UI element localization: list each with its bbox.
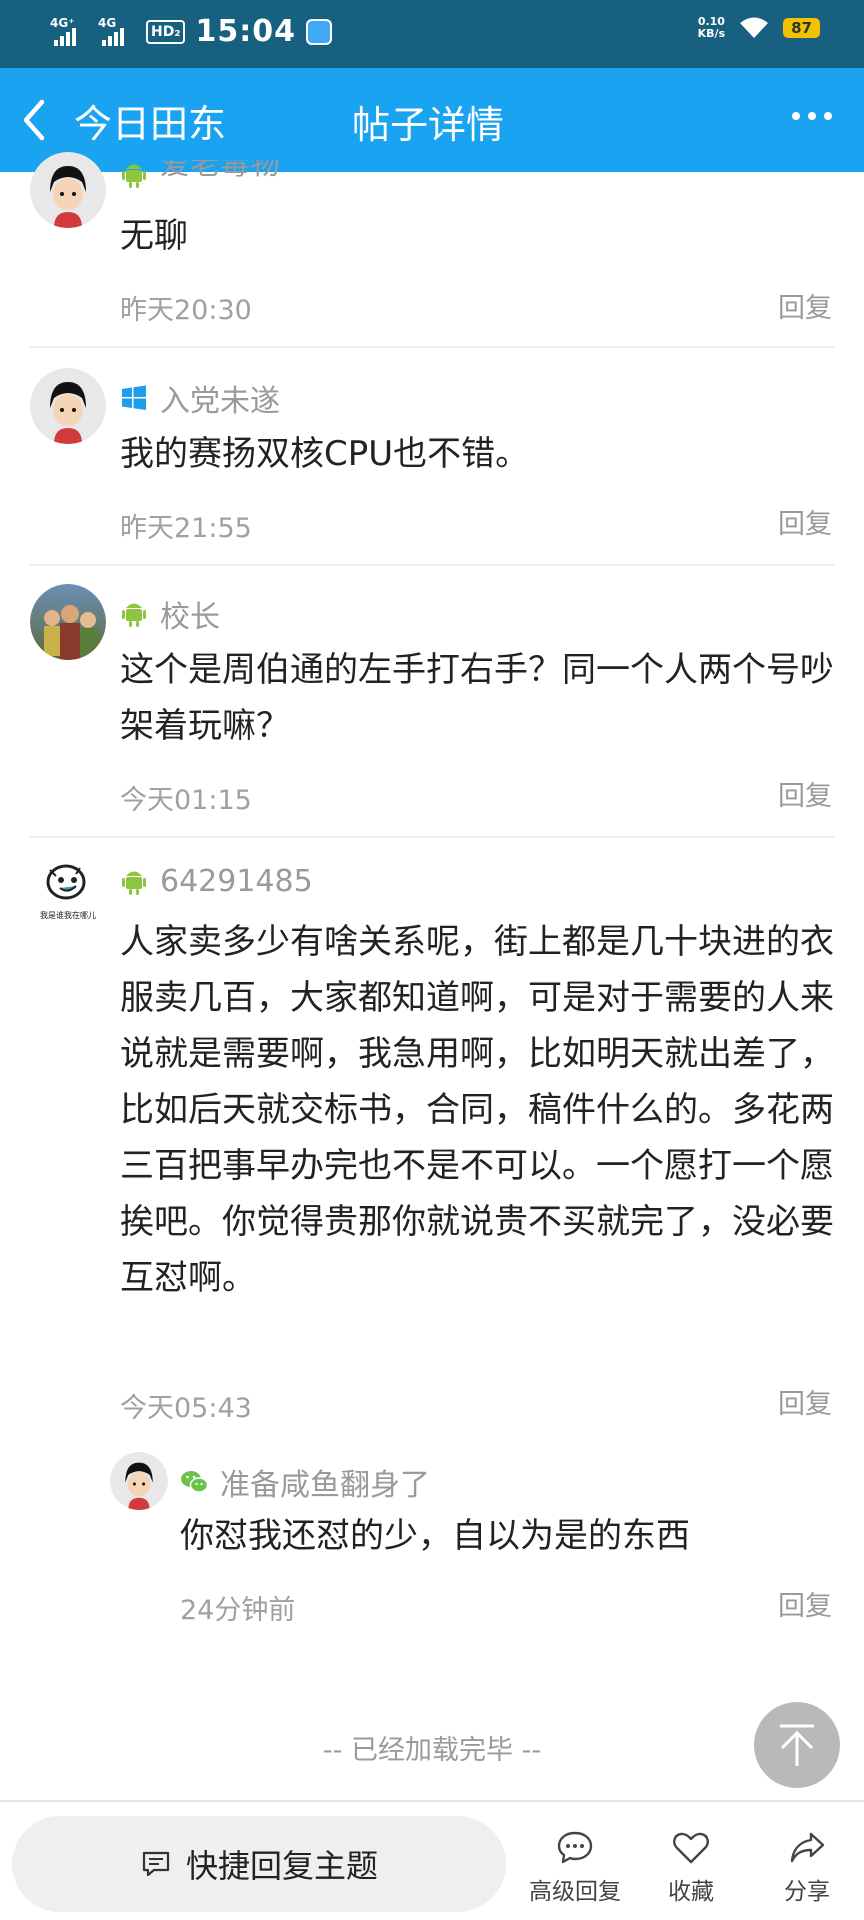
edit-message-icon [142,1851,170,1877]
android-icon [120,161,148,189]
comment-time: 昨天21:55 [120,513,252,544]
windows-icon [120,384,148,412]
quick-reply-label: 快捷回复主题 [185,1847,378,1885]
sub-reply-username[interactable]: 准备咸鱼翻身了 [220,1460,430,1504]
sub-reply-time: 24分钟前 [180,1595,296,1626]
comment-username-row: 64291485 [120,864,313,899]
advanced-reply-label: 高级回复 [529,1879,621,1905]
quick-reply-button[interactable]: 快捷回复主题 [12,1816,506,1912]
page-title: 帖子详情 [352,103,505,147]
comment-username[interactable]: 校长 [160,592,220,636]
share-icon [790,1832,825,1863]
share-button[interactable]: 分享 [752,1828,862,1906]
signal-icon: 4G⁺ [50,16,88,48]
bottom-action-bar: 快捷回复主题 高级回复 收藏 分享 [0,1800,864,1920]
wifi-icon [739,16,769,40]
hd-indicator: HD₂ [146,19,186,44]
avatar[interactable] [110,1452,168,1510]
favorite-label: 收藏 [668,1879,714,1905]
comment-username-row: 入党未遂 [120,376,280,420]
reply-button[interactable]: 回复 [778,774,832,813]
speed-unit: KB/s [697,27,726,40]
avatar[interactable] [30,368,106,444]
comment-username-row: 爱老毒物 [120,160,280,190]
load-complete-text: -- 已经加载完毕 -- [322,1735,542,1766]
favorite-button[interactable]: 收藏 [636,1828,746,1906]
network-speed: 0.10 KB/s [698,16,725,40]
heart-icon [673,1832,709,1864]
avatar[interactable] [30,152,106,228]
reply-button[interactable]: 回复 [778,1584,832,1623]
sub-reply-text: 你怼我还怼的少，自以为是的东西 [180,1516,690,1556]
android-icon [120,868,148,896]
reply-button[interactable]: 回复 [778,286,832,325]
comment-username[interactable]: 入党未遂 [160,376,280,420]
chevron-left-icon [23,99,45,141]
wechat-icon [180,1468,208,1496]
signal-icon-2: 4G [98,16,136,48]
comment-text: 这个是周伯通的左手打右手？同一个人两个号吵架着玩嘛？ [120,650,834,746]
comment-text: 无聊 [120,216,188,256]
advanced-reply-button[interactable]: 高级回复 [520,1828,630,1906]
battery-indicator: 87 [783,18,820,38]
status-time: 15:04 [195,14,296,49]
chat-bubble-icon [557,1831,593,1864]
reply-button[interactable]: 回复 [778,502,832,541]
comment-username[interactable]: 64291485 [160,864,313,899]
back-button[interactable]: 今日田东 [18,90,226,150]
comment-text: 我的赛扬双核CPU也不错。 [120,434,530,474]
more-options-icon[interactable] [792,112,832,120]
comment-time: 今天01:15 [120,785,252,816]
divider [30,564,834,566]
comment-text: 人家卖多少有啥关系呢，街上都是几十块进的衣服卖几百，大家都知道啊，可是对于需要的… [120,922,834,1298]
back-to-top-button[interactable] [754,1702,840,1788]
share-label: 分享 [784,1879,830,1905]
avatar-caption: 我是谁我在哪儿 [40,911,96,920]
status-bar: 4G⁺ 4G HD₂ 15:04 0.10 KB/s 87 [0,0,864,68]
top-nav-bar: 今日田东 帖子详情 [0,68,864,172]
comment-username-row: 校长 [120,592,220,636]
avatar[interactable] [30,584,106,660]
android-icon [120,600,148,628]
reply-button[interactable]: 回复 [778,1382,832,1421]
sub-reply-username-row: 准备咸鱼翻身了 [180,1460,430,1504]
comment-username[interactable]: 爱老毒物 [160,160,280,183]
comment-time: 昨天20:30 [120,295,252,326]
arrow-up-icon [780,1724,814,1766]
divider [30,836,834,838]
divider [30,346,834,348]
notification-app-icon [305,18,332,45]
back-label: 今日田东 [74,101,227,146]
comment-time: 今天05:43 [120,1393,252,1424]
